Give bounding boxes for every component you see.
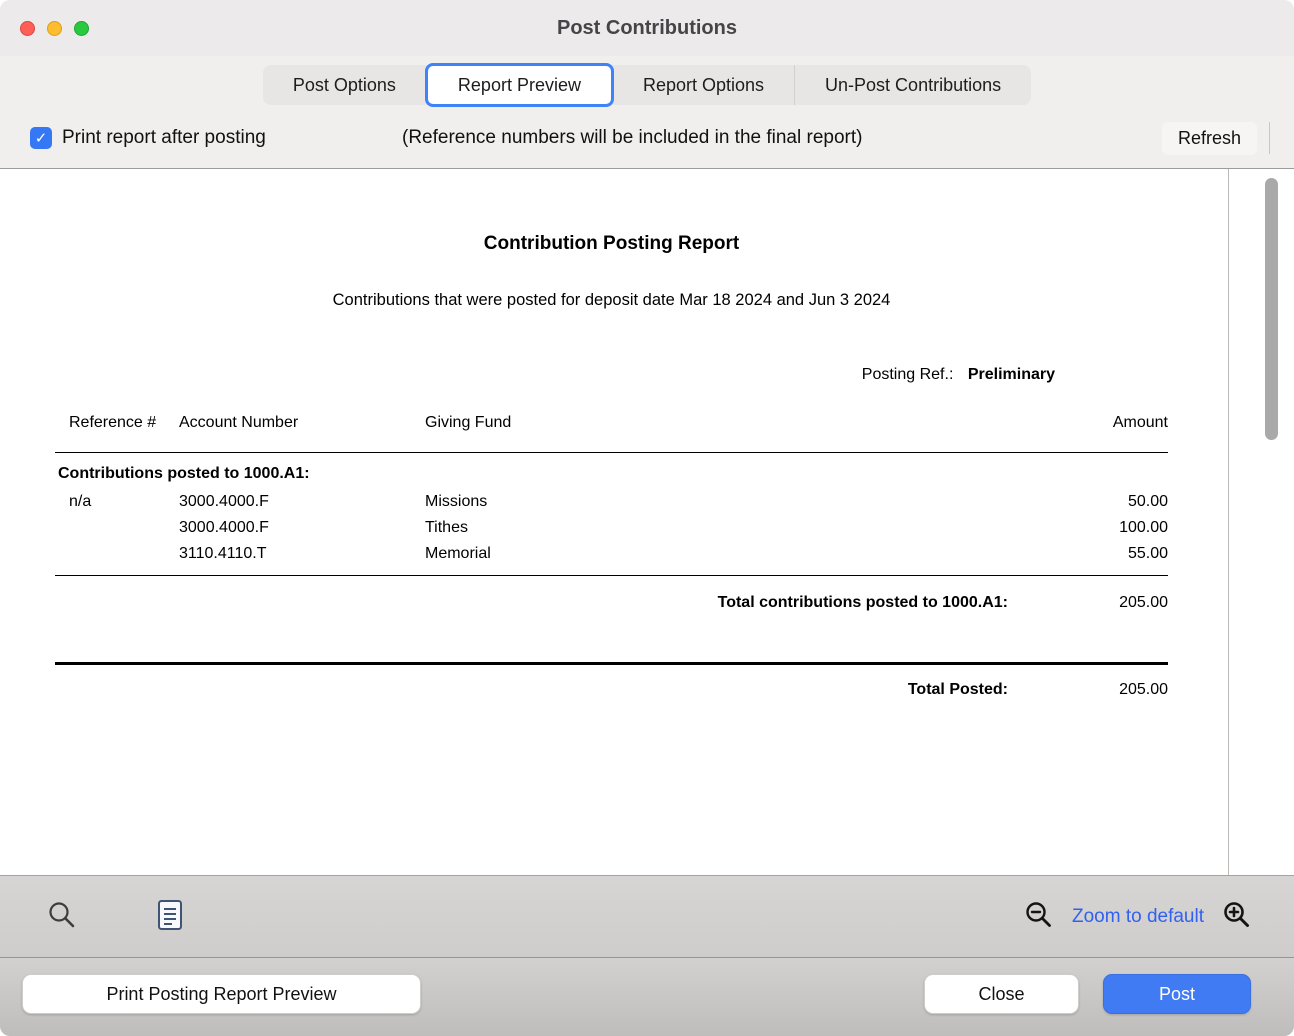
cell-account: 3000.4000.F [165,489,411,515]
report-page: Contribution Posting Report Contribution… [0,169,1229,875]
posting-ref-line: Posting Ref.: Preliminary [55,366,1168,384]
refresh-button[interactable]: Refresh [1162,122,1257,155]
tab-report-options[interactable]: Report Options [613,65,794,105]
print-report-after-posting-checkbox[interactable]: Print report after posting [30,127,266,149]
table-row: 3110.4110.T Memorial 55.00 [55,541,1168,567]
options-divider [1269,122,1270,154]
zoom-window-button[interactable] [74,21,89,36]
footer-bar: Print Posting Report Preview Close Post [0,957,1294,1036]
close-window-button[interactable] [20,21,35,36]
cell-fund: Tithes [411,515,1008,541]
section-header: Contributions posted to 1000.A1: [55,453,1168,489]
table-row: n/a 3000.4000.F Missions 50.00 [55,489,1168,515]
report-title: Contribution Posting Report [55,233,1168,255]
zoom-out-button[interactable] [1024,900,1054,933]
column-header-reference: Reference # [55,414,165,432]
grand-total-value: 205.00 [1008,681,1168,699]
section-rule [55,575,1168,576]
report-subtitle: Contributions that were posted for depos… [55,291,1168,310]
section-total-label: Total contributions posted to 1000.A1: [55,594,1008,612]
close-button[interactable]: Close [924,974,1079,1014]
posting-ref-label: Posting Ref.: [862,366,954,383]
tab-bar: Post Options Report Preview Report Optio… [0,56,1294,114]
traffic-lights [20,0,89,56]
options-row: Print report after posting (Reference nu… [0,114,1294,168]
vertical-scrollbar-thumb[interactable] [1265,178,1278,440]
document-icon [156,899,184,934]
cell-amount: 100.00 [1008,515,1168,541]
grand-total-label: Total Posted: [55,681,1008,699]
column-header-amount: Amount [1008,414,1168,432]
grand-total-rule [55,662,1168,665]
window-title: Post Contributions [557,17,737,40]
reference-numbers-note: (Reference numbers will be included in t… [402,114,862,168]
section-total-row: Total contributions posted to 1000.A1: 2… [55,594,1168,612]
column-header-account: Account Number [165,414,411,432]
cell-account: 3000.4000.F [165,515,411,541]
titlebar: Post Contributions [0,0,1294,56]
preview-toolbar: Zoom to default [0,875,1294,957]
zoom-in-button[interactable] [1222,900,1252,933]
posting-ref-value: Preliminary [968,366,1055,383]
tab-report-preview[interactable]: Report Preview [425,63,614,107]
minimize-window-button[interactable] [47,21,62,36]
cell-fund: Missions [411,489,1008,515]
document-view-button[interactable] [156,899,184,934]
magnifier-tool-button[interactable] [46,899,78,934]
table-row: 3000.4000.F Tithes 100.00 [55,515,1168,541]
print-report-checkbox-label: Print report after posting [62,127,266,149]
zoom-in-icon [1222,900,1252,933]
report-column-headers: Reference # Account Number Giving Fund A… [55,414,1168,452]
print-posting-report-preview-button[interactable]: Print Posting Report Preview [22,974,421,1014]
grand-total-row: Total Posted: 205.00 [55,681,1168,699]
section-total-value: 205.00 [1008,594,1168,612]
tab-unpost-contributions[interactable]: Un-Post Contributions [794,65,1031,105]
zoom-to-default-link[interactable]: Zoom to default [1072,906,1204,928]
report-preview-area: Contribution Posting Report Contribution… [0,168,1294,875]
magnifier-icon [46,899,78,934]
checkbox-checked-icon[interactable] [30,127,52,149]
post-button[interactable]: Post [1103,974,1251,1014]
zoom-out-icon [1024,900,1054,933]
tab-post-options[interactable]: Post Options [263,65,426,105]
cell-fund: Memorial [411,541,1008,567]
vertical-scrollbar-track[interactable] [1229,169,1294,875]
post-contributions-window: Post Contributions Post Options Report P… [0,0,1294,1036]
cell-amount: 50.00 [1008,489,1168,515]
column-header-fund: Giving Fund [411,414,1008,432]
tab-group: Post Options Report Preview Report Optio… [263,65,1031,105]
cell-amount: 55.00 [1008,541,1168,567]
cell-account: 3110.4110.T [165,541,411,567]
cell-reference: n/a [55,489,165,515]
